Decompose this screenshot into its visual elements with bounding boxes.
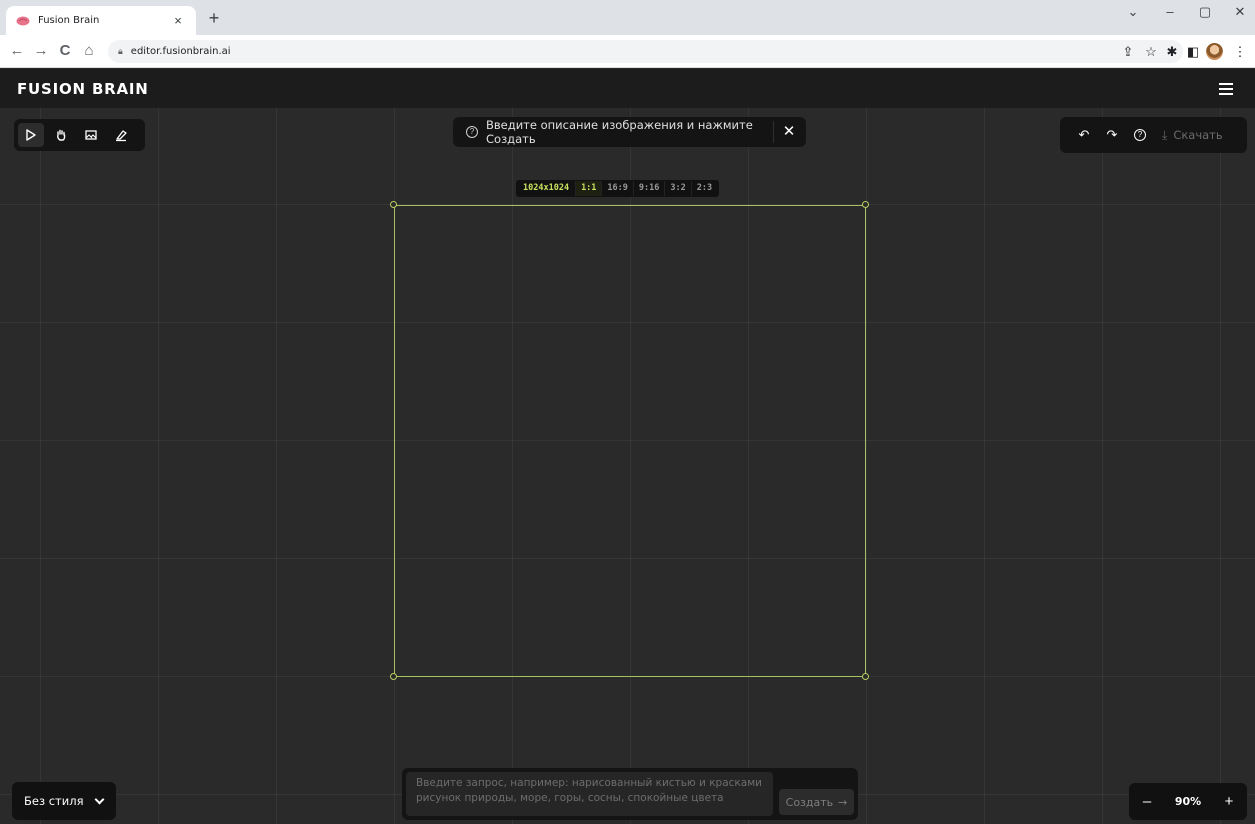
- minimize-icon[interactable]: –: [1155, 4, 1185, 19]
- reload-icon[interactable]: C: [56, 42, 74, 60]
- frame-handle-top-left[interactable]: [390, 201, 397, 208]
- browser-menu-icon[interactable]: ⋮: [1232, 44, 1248, 60]
- hint-bar: ? Введите описание изображения и нажмите…: [453, 117, 806, 147]
- select-tool-button[interactable]: [18, 123, 44, 147]
- sidepanel-icon[interactable]: ◧: [1185, 44, 1201, 60]
- new-tab-button[interactable]: +: [204, 8, 224, 28]
- download-icon: ⤓: [1162, 127, 1168, 142]
- ratio-1-1[interactable]: 1:1: [575, 181, 602, 196]
- ratio-2-3[interactable]: 2:3: [690, 181, 717, 196]
- help-circle-icon: ?: [466, 126, 478, 138]
- download-label: Скачать: [1173, 128, 1223, 142]
- right-toolbar: ↶ ↷ ? ⤓ Скачать: [1060, 117, 1247, 153]
- hamburger-icon[interactable]: [1219, 83, 1233, 95]
- prompt-panel: Введите запрос, например: нарисованный к…: [402, 768, 858, 820]
- url-text: editor.fusionbrain.ai: [130, 46, 231, 57]
- image-size-label: 1024x1024: [523, 183, 570, 193]
- fusion-brain-logo[interactable]: FUSION BRAIN: [17, 80, 149, 98]
- ratio-3-2[interactable]: 3:2: [664, 181, 690, 196]
- arrow-right-icon: →: [838, 795, 848, 809]
- style-label: Без стиля: [24, 794, 84, 808]
- back-icon[interactable]: ←: [8, 42, 26, 60]
- prompt-placeholder-line-2: рисунок природы, море, горы, сосны, спок…: [416, 792, 724, 804]
- tool-panel: [14, 119, 145, 151]
- help-icon[interactable]: ?: [1126, 123, 1154, 147]
- lock-icon: 🔒︎: [118, 46, 123, 56]
- hint-text: Введите описание изображения и нажмите С…: [486, 118, 753, 146]
- cursor-icon: [26, 129, 36, 141]
- create-label: Создать: [785, 795, 834, 809]
- brain-favicon-icon: [16, 16, 30, 25]
- redo-icon[interactable]: ↷: [1098, 123, 1126, 147]
- hint-divider: [773, 121, 774, 143]
- frame-handle-bottom-left[interactable]: [390, 673, 397, 680]
- tab-title: Fusion Brain: [38, 15, 100, 26]
- prompt-input[interactable]: Введите запрос, например: нарисованный к…: [406, 772, 773, 816]
- hint-close-icon[interactable]: ✕: [778, 121, 800, 143]
- chevron-down-icon: [94, 794, 104, 804]
- tab-search-icon[interactable]: ⌄: [1118, 4, 1148, 20]
- ratio-16-9[interactable]: 16:9: [601, 181, 632, 196]
- hand-icon: [57, 129, 66, 141]
- help-circle: ?: [1134, 129, 1146, 141]
- browser-tab[interactable]: Fusion Brain ×: [6, 6, 196, 35]
- zoom-value: 90%: [1174, 795, 1202, 808]
- zoom-out-button[interactable]: –: [1139, 793, 1155, 810]
- download-button[interactable]: ⤓ Скачать: [1162, 128, 1223, 143]
- browser-toolbar: ← → C ⌂ 🔒︎ editor.fusionbrain.ai ⇪ ☆ ✱ ◧…: [0, 35, 1255, 68]
- puzzle-icon[interactable]: ✱: [1164, 44, 1180, 60]
- generation-frame[interactable]: [394, 205, 866, 677]
- ratio-9-16[interactable]: 9:16: [632, 181, 664, 196]
- frame-handle-bottom-right[interactable]: [862, 673, 869, 680]
- share-icon[interactable]: ⇪: [1120, 44, 1136, 60]
- style-dropdown[interactable]: Без стиля: [12, 782, 116, 820]
- eraser-tool-button[interactable]: [108, 123, 134, 147]
- create-button[interactable]: Создать →: [779, 789, 854, 815]
- frame-handle-top-right[interactable]: [862, 201, 869, 208]
- eraser-icon: [116, 130, 127, 142]
- tab-close-icon[interactable]: ×: [170, 13, 186, 28]
- app-header: FUSION BRAIN: [0, 69, 1255, 108]
- undo-icon[interactable]: ↶: [1070, 123, 1098, 147]
- aspect-ratio-bar: 1024x1024 1:1 16:9 9:16 3:2 2:3: [516, 180, 720, 197]
- zoom-in-button[interactable]: +: [1221, 793, 1237, 810]
- zoom-panel: – 90% +: [1129, 783, 1247, 820]
- maximize-icon[interactable]: ▢: [1190, 4, 1220, 20]
- address-bar[interactable]: 🔒︎ editor.fusionbrain.ai: [108, 40, 1183, 63]
- image-icon: [85, 130, 97, 140]
- profile-avatar[interactable]: [1206, 43, 1223, 60]
- home-icon[interactable]: ⌂: [80, 42, 98, 60]
- browser-tab-strip: Fusion Brain × + ⌄ – ▢ ✕: [0, 0, 1255, 35]
- prompt-placeholder-line-1: Введите запрос, например: нарисованный к…: [416, 777, 762, 789]
- image-tool-button[interactable]: [78, 123, 104, 147]
- window-close-icon[interactable]: ✕: [1225, 4, 1255, 20]
- forward-icon[interactable]: →: [32, 42, 50, 60]
- star-icon[interactable]: ☆: [1143, 44, 1159, 60]
- hand-tool-button[interactable]: [48, 123, 74, 147]
